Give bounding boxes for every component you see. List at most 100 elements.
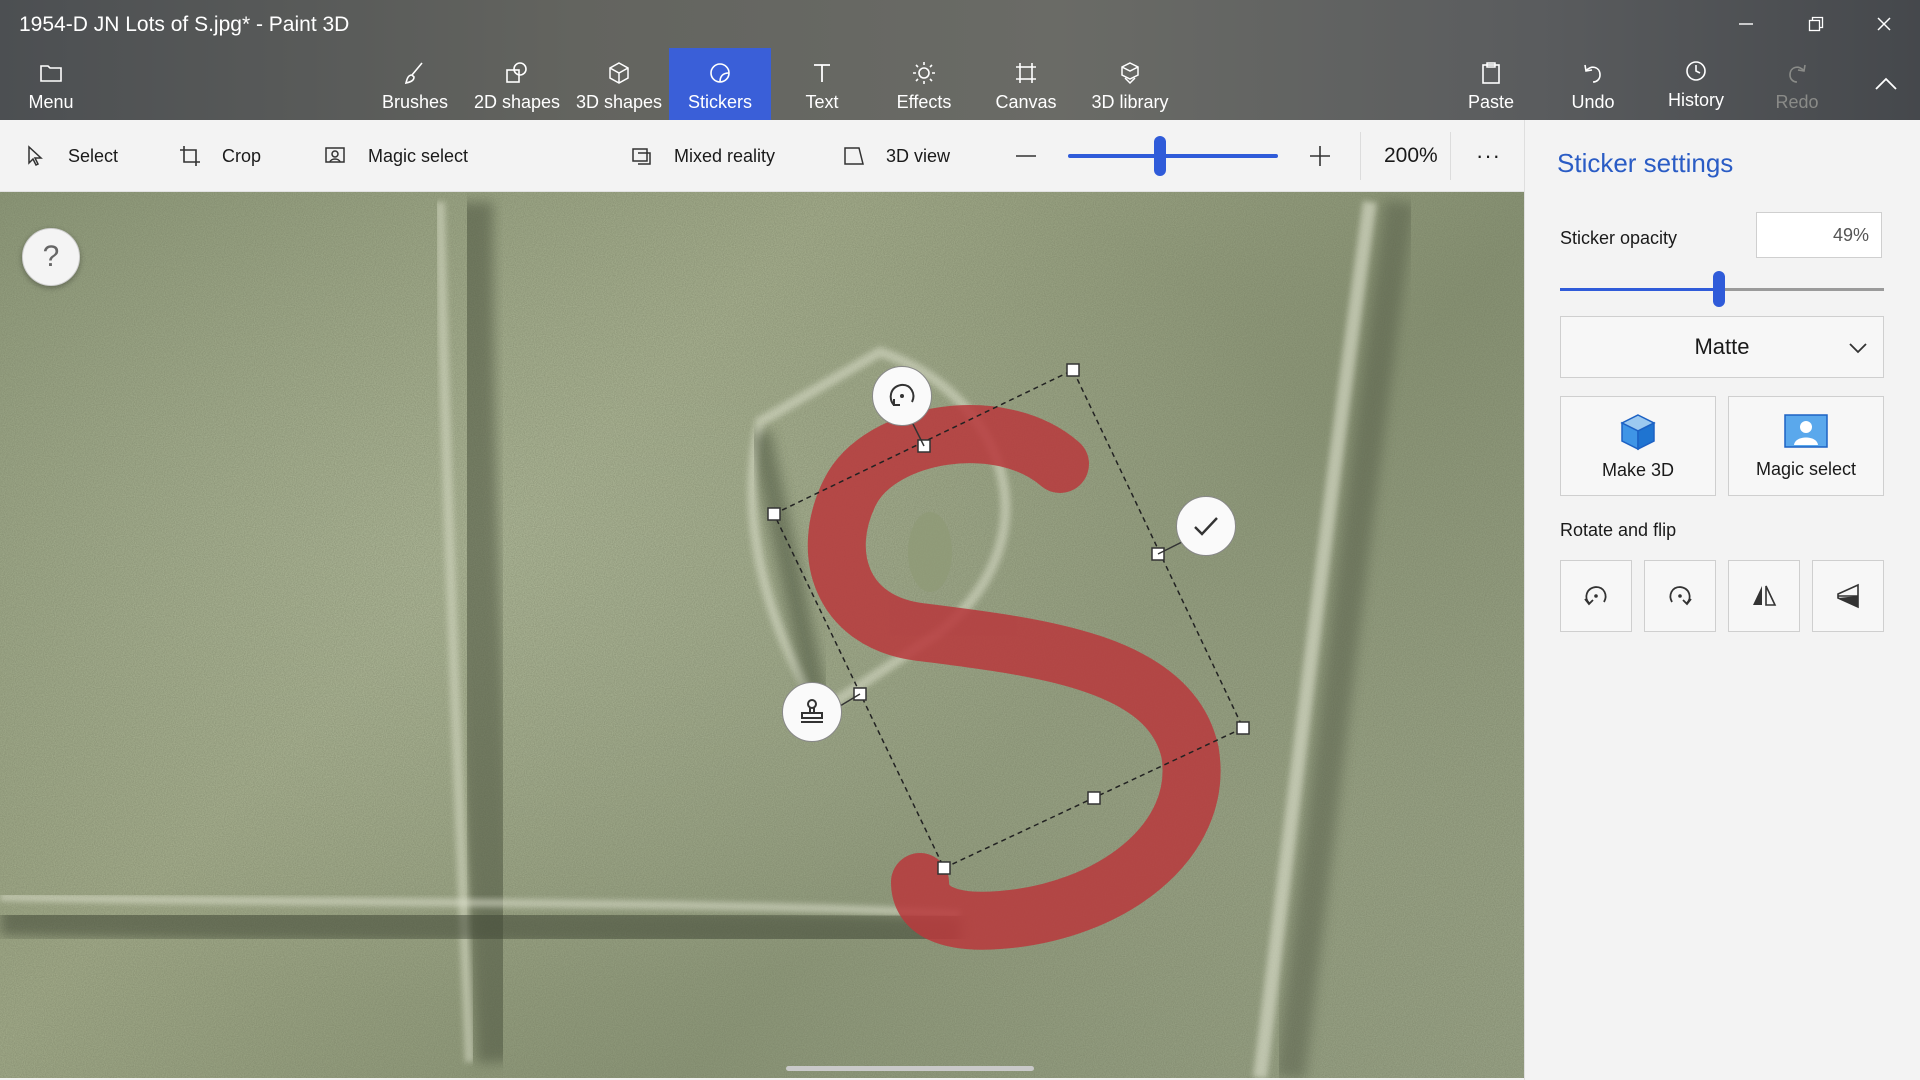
drawing-canvas[interactable]: ? — [0, 192, 1524, 1078]
confirm-sticker-button[interactable] — [1176, 496, 1236, 556]
3d-view-button[interactable]: 3D view — [842, 120, 950, 192]
opacity-slider-thumb[interactable] — [1712, 271, 1725, 307]
panel-title: Sticker settings — [1557, 148, 1734, 178]
crop-tool[interactable]: Crop — [178, 120, 261, 192]
make-3d-label: Make 3D — [1601, 459, 1675, 480]
magic-select-icon — [1784, 413, 1828, 448]
crop-label: Crop — [222, 145, 262, 166]
tab-text[interactable]: Text — [780, 48, 864, 120]
divider — [1450, 132, 1451, 180]
select-label: Select — [68, 145, 119, 166]
opacity-slider-fill — [1560, 288, 1719, 291]
redo-button[interactable]: Redo — [1760, 48, 1834, 120]
tab-brushes-label: Brushes — [381, 92, 449, 112]
flip-horizontal-button[interactable] — [1728, 560, 1800, 632]
sticker-opacity-label: Sticker opacity — [1560, 228, 1678, 248]
tab-2d-shapes[interactable]: 2D shapes — [470, 48, 564, 120]
folder-icon — [40, 65, 62, 82]
crop-icon — [180, 146, 200, 166]
zoom-percentage[interactable]: 200% — [1384, 120, 1438, 192]
restore-button[interactable] — [1788, 6, 1844, 42]
collapse-ribbon-button[interactable] — [1858, 66, 1914, 102]
divider — [1360, 132, 1361, 180]
magic-select-label: Magic select — [1755, 458, 1857, 479]
finish-dropdown[interactable]: Matte — [1560, 316, 1884, 378]
rotate-right-icon — [1669, 586, 1692, 606]
stamp-icon — [801, 699, 823, 723]
zoom-slider-thumb[interactable] — [1154, 136, 1167, 176]
redo-icon — [1789, 64, 1806, 83]
more-options-button[interactable]: ··· — [1476, 120, 1501, 192]
brush-icon — [404, 62, 423, 85]
tab-3d-library-label: 3D library — [1091, 92, 1169, 112]
tab-text-label: Text — [805, 92, 839, 112]
window-title: 1954-D JN Lots of S.jpg* - Paint 3D — [19, 13, 350, 36]
mixed-reality-button[interactable]: Mixed reality — [630, 120, 775, 192]
rotate-left-button[interactable] — [1560, 560, 1632, 632]
redo-label: Redo — [1775, 92, 1819, 112]
canvas-icon — [1016, 63, 1036, 83]
text-icon — [814, 64, 830, 82]
tab-stickers-label: Stickers — [687, 92, 752, 112]
rotate-handle[interactable] — [872, 366, 932, 426]
menu-button[interactable]: Menu — [14, 48, 88, 120]
menu-label: Menu — [28, 92, 74, 112]
history-icon — [1686, 61, 1706, 81]
history-button[interactable]: History — [1656, 46, 1736, 118]
tab-3d-library[interactable]: 3D library — [1080, 48, 1180, 120]
paste-label: Paste — [1467, 92, 1515, 112]
undo-button[interactable]: Undo — [1556, 48, 1630, 120]
chevron-up-icon — [1875, 77, 1897, 90]
tab-canvas[interactable]: Canvas — [984, 48, 1068, 120]
paste-button[interactable]: Paste — [1454, 48, 1528, 120]
horizontal-scrollbar[interactable] — [786, 1066, 1034, 1071]
rotate-handle-icon — [889, 383, 915, 406]
tab-canvas-label: Canvas — [995, 92, 1057, 112]
minimize-icon — [1739, 23, 1753, 25]
history-label: History — [1667, 90, 1724, 110]
title-ribbon-bar: 1954-D JN Lots of S.jpg* - Paint 3D Menu… — [0, 0, 1920, 120]
rotate-right-button[interactable] — [1644, 560, 1716, 632]
coin-photo — [0, 192, 1524, 1078]
secondary-toolbar: Select Crop Magic select Mixed reality 3… — [0, 120, 1524, 192]
minus-icon — [1016, 155, 1036, 157]
cube-icon — [1620, 413, 1656, 450]
rotate-left-icon — [1584, 586, 1607, 606]
select-tool[interactable]: Select — [24, 120, 118, 192]
zoom-slider-track[interactable] — [1068, 154, 1278, 158]
tab-brushes[interactable]: Brushes — [378, 48, 452, 120]
rotate-and-flip-label: Rotate and flip — [1560, 520, 1677, 540]
undo-label: Undo — [1571, 92, 1615, 112]
3d-shapes-icon — [609, 62, 629, 84]
tab-3d-shapes-label: 3D shapes — [575, 92, 663, 112]
restore-icon — [1808, 16, 1824, 32]
mixed-reality-label: Mixed reality — [674, 145, 776, 166]
3d-view-label: 3D view — [886, 145, 951, 166]
stamp-button[interactable] — [782, 682, 842, 742]
make-3d-button[interactable]: Make 3D — [1560, 396, 1716, 496]
help-button[interactable]: ? — [22, 228, 80, 286]
paste-icon — [1482, 62, 1500, 84]
minimize-button[interactable] — [1718, 6, 1774, 42]
magic-select-tool[interactable]: Magic select — [324, 120, 468, 192]
sticker-opacity-input[interactable]: 49% — [1756, 212, 1882, 258]
flip-vertical-icon — [1837, 583, 1859, 609]
tab-stickers[interactable]: Stickers — [669, 48, 771, 120]
tab-effects-label: Effects — [896, 92, 952, 112]
tab-effects[interactable]: Effects — [882, 48, 966, 120]
sticker-icon — [710, 63, 730, 83]
3d-view-icon — [844, 147, 864, 165]
chevron-down-icon — [1849, 343, 1867, 354]
magic-select-icon — [325, 147, 345, 163]
close-button[interactable] — [1856, 6, 1912, 42]
panel-magic-select-button[interactable]: Magic select — [1728, 396, 1884, 496]
mixed-reality-icon — [632, 148, 651, 165]
finish-value: Matte — [1694, 334, 1750, 359]
zoom-in-button[interactable] — [1308, 120, 1332, 192]
zoom-out-button[interactable] — [1014, 120, 1038, 192]
tab-3d-shapes[interactable]: 3D shapes — [572, 48, 666, 120]
3d-library-icon — [1121, 62, 1139, 85]
undo-icon — [1584, 64, 1601, 83]
flip-vertical-button[interactable] — [1812, 560, 1884, 632]
magic-select-label: Magic select — [368, 145, 469, 166]
